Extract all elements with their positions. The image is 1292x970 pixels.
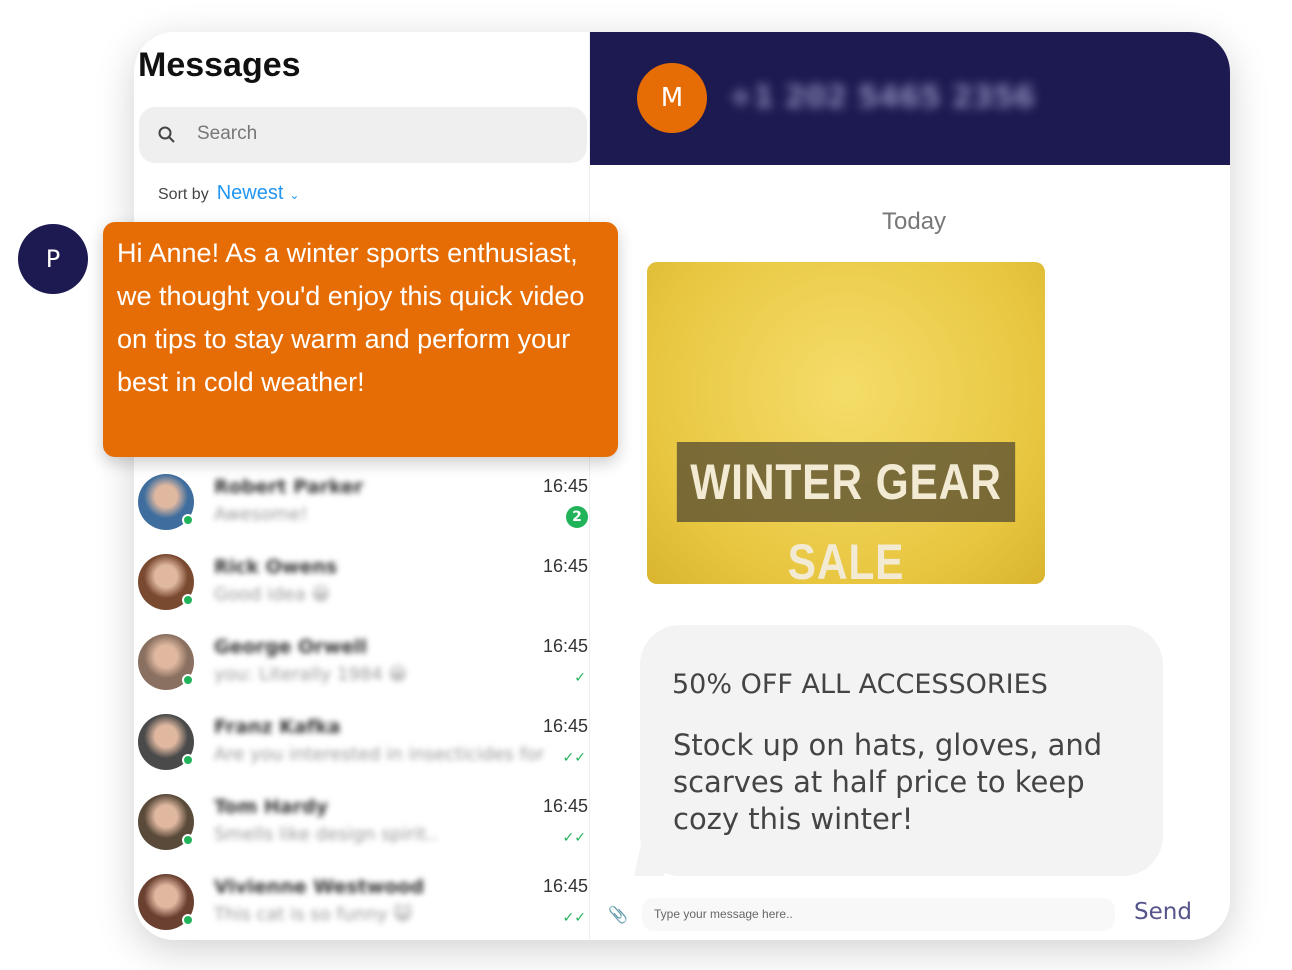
- search-icon: [158, 126, 175, 143]
- promo-image[interactable]: WINTER GEAR SALE: [647, 262, 1045, 584]
- message-bubble: 50% OFF ALL ACCESSORIES Stock up on hats…: [640, 625, 1163, 876]
- conversation-item[interactable]: Vivienne Westwood This cat is so funny 😺…: [134, 874, 590, 940]
- online-indicator: [182, 514, 194, 526]
- message-preview: Awesome!: [214, 504, 308, 525]
- sort-value[interactable]: Newest: [217, 182, 284, 204]
- conversation-item[interactable]: Franz Kafka Are you interested in insect…: [134, 714, 590, 794]
- contact-name: Vivienne Westwood: [214, 876, 425, 898]
- contact-name: Rick Owens: [214, 556, 338, 578]
- chevron-down-icon: ⌄: [289, 188, 300, 202]
- search-placeholder: Search: [197, 123, 258, 144]
- conversation-sidebar: Messages Search Sort by Newest ⌄ Robert Pa…: [134, 32, 590, 940]
- conversation-item[interactable]: George Orwell you: Literally 1984 😀 16:4…: [134, 634, 590, 714]
- sort-dropdown[interactable]: Sort by Newest ⌄: [158, 182, 299, 205]
- messaging-app: Messages Search Sort by Newest ⌄ Robert Pa…: [134, 32, 1230, 940]
- search-input[interactable]: Search: [139, 107, 587, 163]
- message-time: 16:45: [542, 716, 588, 736]
- double-check-icon: ✓✓: [562, 830, 586, 846]
- conversation-item[interactable]: Robert Parker Awesome! 16:45 2: [134, 474, 590, 554]
- image-caption: WINTER GEAR SALE: [676, 442, 1016, 584]
- online-indicator: [182, 594, 194, 606]
- contact-name: Franz Kafka: [214, 716, 341, 738]
- message-time: 16:45: [542, 876, 588, 896]
- message-input[interactable]: Type your message here..: [642, 898, 1115, 931]
- message-time: 16:45: [542, 476, 588, 496]
- online-indicator: [182, 674, 194, 686]
- overlay-message-bubble: Hi Anne! As a winter sports enthusiast, …: [103, 222, 618, 457]
- day-separator: Today: [882, 208, 947, 235]
- message-preview: Are you interested in insecticides for..: [214, 744, 544, 765]
- double-check-icon: ✓✓: [562, 910, 586, 926]
- message-preview: This cat is so funny 😺: [214, 904, 413, 925]
- conversation-item[interactable]: Tom Hardy Smells like design spirit.. 16…: [134, 794, 590, 874]
- check-icon: ✓: [574, 670, 586, 686]
- message-time: 16:45: [542, 636, 588, 656]
- online-indicator: [182, 754, 194, 766]
- contact-name: Robert Parker: [214, 476, 364, 498]
- unread-badge: 2: [566, 506, 588, 528]
- contact-phone: +1 202 5465 2356: [728, 80, 1035, 115]
- message-preview: Good idea 😀: [214, 584, 331, 605]
- message-time: 16:45: [542, 556, 588, 576]
- double-check-icon: ✓✓: [562, 750, 586, 766]
- paperclip-icon[interactable]: 📎: [608, 905, 628, 924]
- contact-avatar: M: [637, 63, 707, 133]
- sender-avatar: P: [18, 224, 88, 294]
- contact-name: George Orwell: [214, 636, 367, 658]
- message-body: Stock up on hats, gloves, and scarves at…: [673, 728, 1103, 836]
- message-heading: 50% OFF ALL ACCESSORIES: [672, 669, 1048, 700]
- chat-header: M +1 202 5465 2356: [590, 32, 1230, 165]
- contact-name: Tom Hardy: [214, 796, 328, 818]
- message-time: 16:45: [542, 796, 588, 816]
- message-preview: you: Literally 1984 😀: [214, 664, 408, 685]
- page-title: Messages: [138, 46, 301, 84]
- conversation-item[interactable]: Rick Owens Good idea 😀 16:45: [134, 554, 590, 634]
- sort-label: Sort by: [158, 186, 209, 203]
- message-preview: Smells like design spirit..: [214, 824, 438, 845]
- send-button[interactable]: Send: [1134, 899, 1192, 925]
- online-indicator: [182, 914, 194, 926]
- online-indicator: [182, 834, 194, 846]
